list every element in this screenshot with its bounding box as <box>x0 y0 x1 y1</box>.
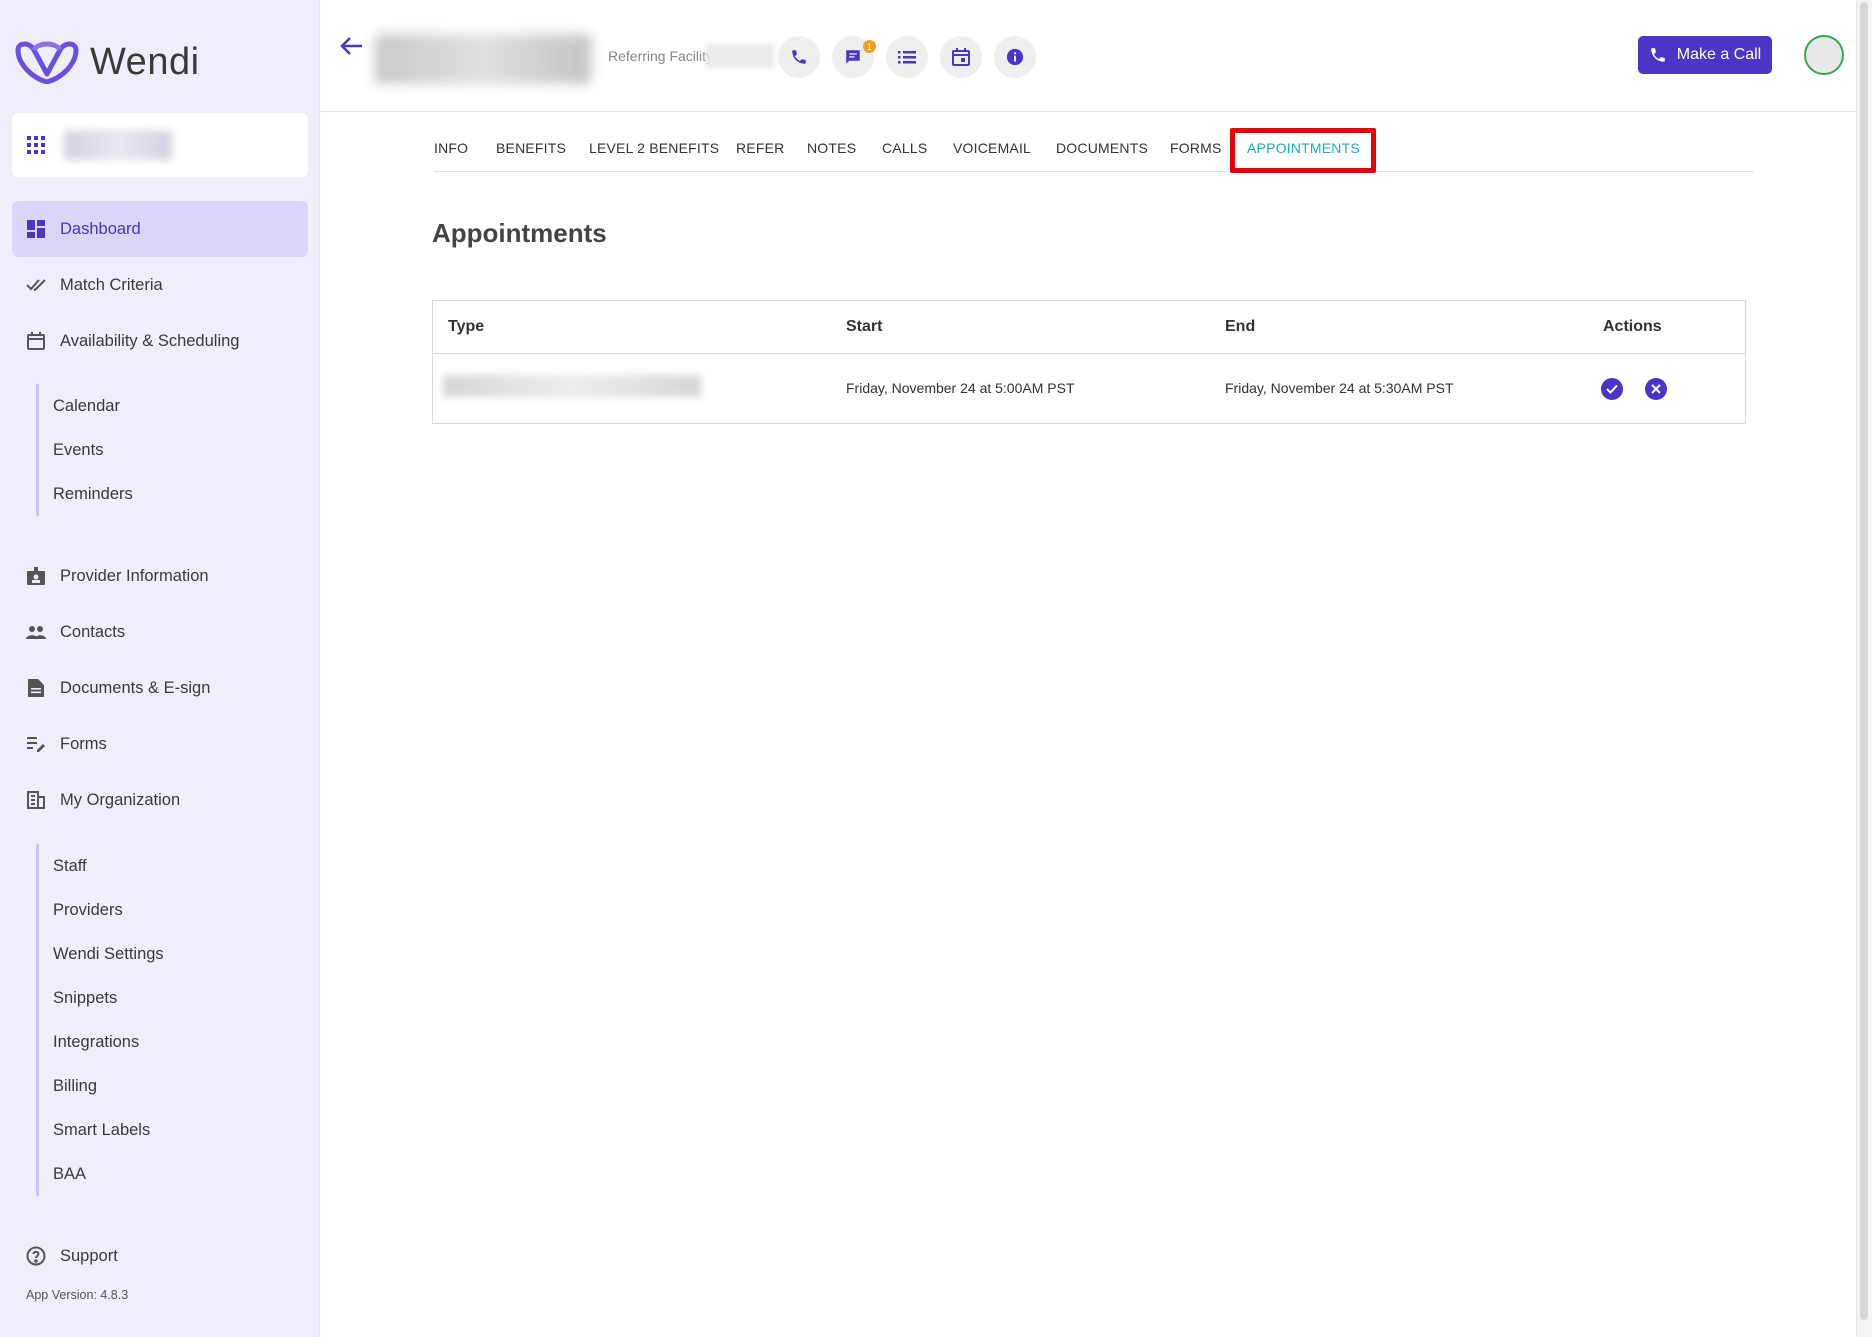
sidebar-item-provider-information[interactable]: Provider Information <box>12 548 308 604</box>
sidebar-item-contacts[interactable]: Contacts <box>12 604 308 660</box>
sidebar-item-my-organization[interactable]: My Organization <box>12 772 308 828</box>
sidebar-item-support[interactable]: Support <box>12 1228 308 1284</box>
sidebar-subitem-events[interactable]: Events <box>39 428 299 472</box>
appointment-start: Friday, November 24 at 5:00AM PST <box>846 380 1075 396</box>
app-version: App Version: 4.8.3 <box>26 1288 129 1302</box>
make-a-call-label: Make a Call <box>1676 46 1762 63</box>
id-badge-icon <box>26 566 46 586</box>
patient-name-redacted <box>375 34 591 84</box>
tab-info[interactable]: INFO <box>434 140 468 156</box>
organization-name-redacted <box>64 130 172 160</box>
scrollbar-thumb[interactable] <box>1860 2 1868 1320</box>
appointment-type-redacted <box>443 375 701 397</box>
info-action-button[interactable] <box>994 36 1036 78</box>
table-header: Type Start End Actions <box>433 301 1745 354</box>
messages-action-button[interactable]: 1 <box>832 36 876 78</box>
sidebar-subitem-snippets[interactable]: Snippets <box>39 976 299 1020</box>
organization-submenu: Staff Providers Wendi Settings Snippets … <box>36 844 299 1196</box>
tasks-action-button[interactable] <box>886 36 928 78</box>
referring-facility-redacted <box>706 44 774 68</box>
sidebar-item-match-criteria[interactable]: Match Criteria <box>12 257 308 313</box>
building-icon <box>26 790 46 810</box>
people-icon <box>26 622 46 642</box>
double-check-icon <box>26 275 46 295</box>
sidebar-subitem-baa[interactable]: BAA <box>39 1152 299 1196</box>
tab-forms[interactable]: FORMS <box>1170 140 1222 156</box>
tab-calls[interactable]: CALLS <box>882 140 927 156</box>
sidebar-item-label: Support <box>60 1246 118 1265</box>
back-arrow-icon[interactable] <box>338 32 366 60</box>
scheduling-submenu: Calendar Events Reminders <box>36 384 299 516</box>
sidebar-subitem-staff[interactable]: Staff <box>39 844 299 888</box>
appointments-table: Type Start End Actions Friday, November … <box>432 300 1746 424</box>
sidebar-subitem-smart-labels[interactable]: Smart Labels <box>39 1108 299 1152</box>
tab-refer[interactable]: REFER <box>736 140 784 156</box>
phone-icon <box>790 48 808 66</box>
apps-grid-icon <box>26 135 46 155</box>
list-icon <box>898 49 916 65</box>
phone-icon <box>1649 46 1667 64</box>
sidebar-item-label: Forms <box>60 734 107 753</box>
wendi-logo-icon <box>15 41 79 84</box>
sidebar-item-label: Documents & E-sign <box>60 678 211 697</box>
patient-header: Referring Facility 1 Make a Call <box>320 0 1856 112</box>
help-circle-icon <box>26 1246 46 1266</box>
sidebar-item-label: Availability & Scheduling <box>60 331 240 350</box>
sidebar-item-label: My Organization <box>60 790 181 809</box>
form-edit-icon <box>26 734 46 754</box>
make-a-call-button[interactable]: Make a Call <box>1638 36 1772 74</box>
column-header-type: Type <box>448 318 485 335</box>
sidebar-item-label: Match Criteria <box>60 275 163 294</box>
cancel-x-icon[interactable] <box>1645 378 1667 400</box>
sidebar-item-label: Contacts <box>60 622 126 641</box>
tab-notes[interactable]: NOTES <box>807 140 856 156</box>
column-header-end: End <box>1225 318 1256 335</box>
sidebar-subitem-calendar[interactable]: Calendar <box>39 384 299 428</box>
appointment-end: Friday, November 24 at 5:30AM PST <box>1225 380 1454 396</box>
column-header-start: Start <box>846 318 883 335</box>
sidebar-subitem-wendi-settings[interactable]: Wendi Settings <box>39 932 299 976</box>
chat-icon <box>844 48 862 66</box>
info-icon <box>1006 48 1024 66</box>
event-calendar-icon <box>952 48 970 66</box>
sidebar: Wendi Dashboard Match Criteria Availabil… <box>0 0 320 1337</box>
patient-tabs: INFO BENEFITS LEVEL 2 BENEFITS REFER NOT… <box>434 128 1754 173</box>
tab-level-2-benefits[interactable]: LEVEL 2 BENEFITS <box>589 140 719 156</box>
wendi-logo[interactable]: Wendi <box>12 40 200 84</box>
document-icon <box>26 678 46 698</box>
dashboard-icon <box>26 219 46 239</box>
messages-badge: 1 <box>863 40 876 53</box>
schedule-action-button[interactable] <box>940 36 982 78</box>
sidebar-subitem-billing[interactable]: Billing <box>39 1064 299 1108</box>
calendar-icon <box>26 331 46 351</box>
sidebar-item-label: Dashboard <box>60 219 141 238</box>
referring-facility-label: Referring Facility <box>608 48 714 64</box>
tab-benefits[interactable]: BENEFITS <box>496 140 566 156</box>
sidebar-item-documents-esign[interactable]: Documents & E-sign <box>12 660 308 716</box>
column-header-actions: Actions <box>1603 318 1662 335</box>
sidebar-item-dashboard[interactable]: Dashboard <box>12 201 308 257</box>
sidebar-subitem-reminders[interactable]: Reminders <box>39 472 299 516</box>
tab-documents[interactable]: DOCUMENTS <box>1056 140 1148 156</box>
sidebar-subitem-integrations[interactable]: Integrations <box>39 1020 299 1064</box>
logo-text: Wendi <box>90 40 200 83</box>
organization-switcher[interactable] <box>12 113 308 177</box>
tab-voicemail[interactable]: VOICEMAIL <box>953 140 1031 156</box>
user-avatar[interactable] <box>1804 35 1844 75</box>
phone-action-button[interactable] <box>778 36 820 78</box>
sidebar-subitem-providers[interactable]: Providers <box>39 888 299 932</box>
sidebar-item-label: Provider Information <box>60 566 209 585</box>
sidebar-item-availability-scheduling[interactable]: Availability & Scheduling <box>12 313 308 369</box>
confirm-check-icon[interactable] <box>1601 378 1623 400</box>
tab-highlight-box <box>1230 128 1376 173</box>
sidebar-item-forms[interactable]: Forms <box>12 716 308 772</box>
page-title: Appointments <box>432 218 607 248</box>
